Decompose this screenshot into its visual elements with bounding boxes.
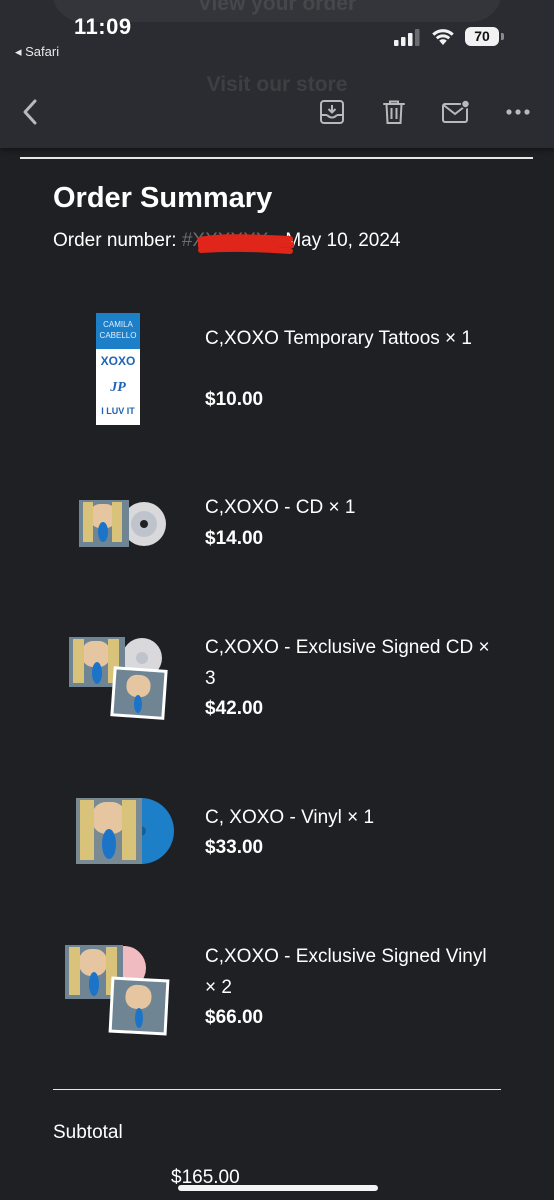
item-price: $42.00	[205, 698, 264, 719]
delete-button[interactable]	[378, 96, 410, 128]
archive-button[interactable]	[316, 96, 348, 128]
divider-bottom	[53, 1089, 501, 1090]
more-icon	[506, 109, 530, 115]
svg-text:CABELLO: CABELLO	[100, 331, 137, 340]
email-view: View your order Visit our store 11:09 ◂ …	[0, 0, 554, 1200]
archive-icon	[320, 100, 344, 124]
back-to-safari-link[interactable]: ◂ Safari	[15, 44, 59, 60]
order-number-label: Order number:	[53, 230, 182, 251]
divider-top	[20, 157, 533, 159]
signal-icon	[394, 29, 420, 46]
item-price: $33.00	[205, 837, 264, 858]
item-price: $10.00	[205, 389, 264, 410]
chevron-left-icon	[23, 99, 37, 125]
trash-icon	[383, 100, 405, 124]
item-name: C,XOXO - CD × 1	[205, 497, 356, 518]
svg-text:I LUV IT: I LUV IT	[101, 406, 135, 416]
background-link-visit-store: Visit our store	[206, 73, 348, 96]
vinyl-image	[76, 798, 174, 864]
item-name: C, XOXO - Vinyl × 1	[205, 807, 375, 828]
item-price: $66.00	[205, 1007, 264, 1028]
item-price: $14.00	[205, 528, 264, 549]
svg-text:CAMILA: CAMILA	[103, 320, 133, 329]
svg-text:JP: JP	[109, 380, 126, 395]
back-button[interactable]	[14, 96, 46, 128]
battery-indicator: 70	[465, 27, 499, 46]
svg-text:XOXO: XOXO	[101, 354, 136, 368]
home-indicator[interactable]	[178, 1185, 378, 1191]
more-button[interactable]	[502, 96, 534, 128]
subtotal-label: Subtotal	[53, 1122, 123, 1143]
item-name: C,XOXO - Exclusive Signed CD × 3	[205, 637, 490, 689]
signed-vinyl-image	[65, 945, 170, 1036]
mark-unread-button[interactable]	[440, 96, 472, 128]
wifi-icon	[432, 29, 454, 45]
mail-header: View your order Visit our store 11:09 ◂ …	[0, 0, 554, 148]
mark-unread-icon	[442, 99, 471, 123]
item-name: C,XOXO Temporary Tattoos × 1	[205, 328, 473, 349]
cd-image	[79, 500, 166, 547]
order-summary-title: Order Summary	[53, 182, 273, 214]
redaction-scribble	[198, 234, 294, 254]
battery-tip	[501, 33, 504, 40]
item-name: C,XOXO - Exclusive Signed Vinyl × 2	[205, 946, 487, 998]
tattoo-sheet-image: CAMILA CABELLO XOXO JP I LUV IT	[96, 313, 140, 425]
signed-cd-image	[69, 637, 168, 720]
status-time: 11:09	[74, 14, 132, 39]
